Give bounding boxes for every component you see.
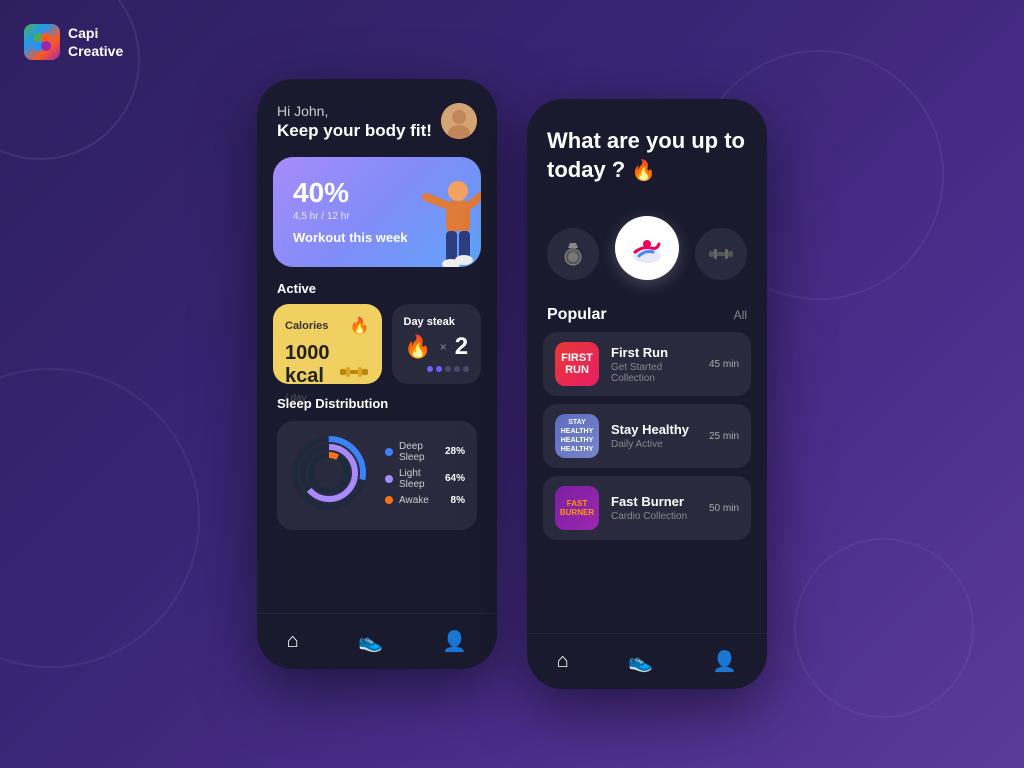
streak-card: Day steak 🔥 × 2 bbox=[392, 304, 482, 384]
phone-1: Hi John, Keep your body fit! 40% 4,5 hr … bbox=[257, 79, 497, 669]
workout-item-stay-healthy[interactable]: STAYHEALTHYHEALTHYHEALTHY Stay Healthy D… bbox=[543, 404, 751, 468]
workout-time-stay-healthy: 25 min bbox=[709, 431, 739, 442]
workout-card: 40% 4,5 hr / 12 hr Workout this week bbox=[273, 157, 481, 267]
popular-all-btn[interactable]: All bbox=[734, 308, 747, 322]
p1-nav-home[interactable]: ⌂ bbox=[287, 630, 299, 653]
p2-nav-activity[interactable]: 👟 bbox=[628, 649, 653, 674]
p2-bottom-nav: ⌂ 👟 👤 bbox=[527, 633, 767, 689]
activity-btn-medal[interactable] bbox=[547, 228, 599, 280]
p1-header-text: Hi John, Keep your body fit! bbox=[277, 103, 432, 141]
workout-time-first-run: 45 min bbox=[709, 359, 739, 370]
bg-decoration-2 bbox=[0, 368, 200, 668]
popular-title: Popular bbox=[547, 306, 607, 324]
p1-header: Hi John, Keep your body fit! bbox=[257, 79, 497, 157]
activity-btn-running[interactable] bbox=[615, 216, 679, 280]
workout-time-fast-burner: 50 min bbox=[709, 503, 739, 514]
sleep-title: Sleep Distribution bbox=[277, 396, 477, 411]
p1-nav-profile[interactable]: 👤 bbox=[442, 629, 467, 654]
workout-item-fast-burner[interactable]: FASTBURNER Fast Burner Cardio Collection… bbox=[543, 476, 751, 540]
phone-2: What are you up to today ? 🔥 bbox=[527, 99, 767, 689]
sleep-card: Deep Sleep 28% Light Sleep 64% Awake 8% bbox=[277, 421, 477, 530]
workout-info-first-run: First Run Get Started Collection bbox=[611, 345, 697, 384]
workout-thumb-first-run: FIRSTRUN bbox=[555, 342, 599, 386]
streak-fire-icon: 🔥 bbox=[404, 334, 431, 360]
workout-thumb-fast-burner: FASTBURNER bbox=[555, 486, 599, 530]
sleep-legend: Deep Sleep 28% Light Sleep 64% Awake 8% bbox=[385, 441, 465, 511]
cal-value: 1000 kcal bbox=[285, 342, 330, 387]
workout-item-first-run[interactable]: FIRSTRUN First Run Get Started Collectio… bbox=[543, 332, 751, 396]
p2-fire-icon: 🔥 bbox=[631, 160, 656, 182]
dumbbell-icon bbox=[338, 356, 370, 393]
active-cards: Calories 🔥 1000 kcal / day bbox=[257, 304, 497, 384]
streak-count: 2 bbox=[455, 333, 468, 361]
p1-nav-activity[interactable]: 👟 bbox=[358, 629, 383, 654]
streak-dots bbox=[404, 366, 470, 372]
workout-info-stay-healthy: Stay Healthy Daily Active bbox=[611, 422, 697, 450]
p2-nav-profile[interactable]: 👤 bbox=[712, 649, 737, 674]
popular-header: Popular All bbox=[527, 296, 767, 332]
activity-btn-weight[interactable] bbox=[695, 228, 747, 280]
p1-bottom-nav: ⌂ 👟 👤 bbox=[257, 613, 497, 669]
p1-avatar bbox=[441, 103, 477, 139]
workout-info-fast-burner: Fast Burner Cardio Collection bbox=[611, 494, 697, 522]
p2-header: What are you up to today ? 🔥 bbox=[527, 99, 767, 200]
bg-decoration-4 bbox=[794, 538, 974, 718]
logo-text: Capi Creative bbox=[68, 24, 123, 60]
legend-light-sleep: Light Sleep 64% bbox=[385, 468, 465, 490]
activity-selector bbox=[527, 200, 767, 296]
p1-title: Keep your body fit! bbox=[277, 121, 432, 141]
active-section-label: Active bbox=[257, 267, 497, 304]
legend-deep-sleep: Deep Sleep 28% bbox=[385, 441, 465, 463]
workout-thumb-stay-healthy: STAYHEALTHYHEALTHYHEALTHY bbox=[555, 414, 599, 458]
donut-chart bbox=[289, 433, 369, 518]
p2-title: What are you up to today ? 🔥 bbox=[547, 127, 747, 184]
logo: Capi Creative bbox=[24, 24, 123, 60]
logo-icon bbox=[24, 24, 60, 60]
streak-title: Day steak bbox=[404, 316, 470, 328]
workout-list: FIRSTRUN First Run Get Started Collectio… bbox=[527, 332, 767, 540]
flame-icon: 🔥 bbox=[350, 316, 370, 336]
phones-container: Hi John, Keep your body fit! 40% 4,5 hr … bbox=[257, 79, 767, 689]
cal-title: Calories bbox=[285, 320, 328, 332]
legend-awake: Awake 8% bbox=[385, 495, 465, 506]
p2-nav-home[interactable]: ⌂ bbox=[557, 650, 569, 673]
sleep-section: Sleep Distribution bbox=[257, 384, 497, 538]
p1-greeting: Hi John, bbox=[277, 103, 432, 119]
calories-card: Calories 🔥 1000 kcal / day bbox=[273, 304, 382, 384]
workout-figure bbox=[411, 177, 481, 267]
